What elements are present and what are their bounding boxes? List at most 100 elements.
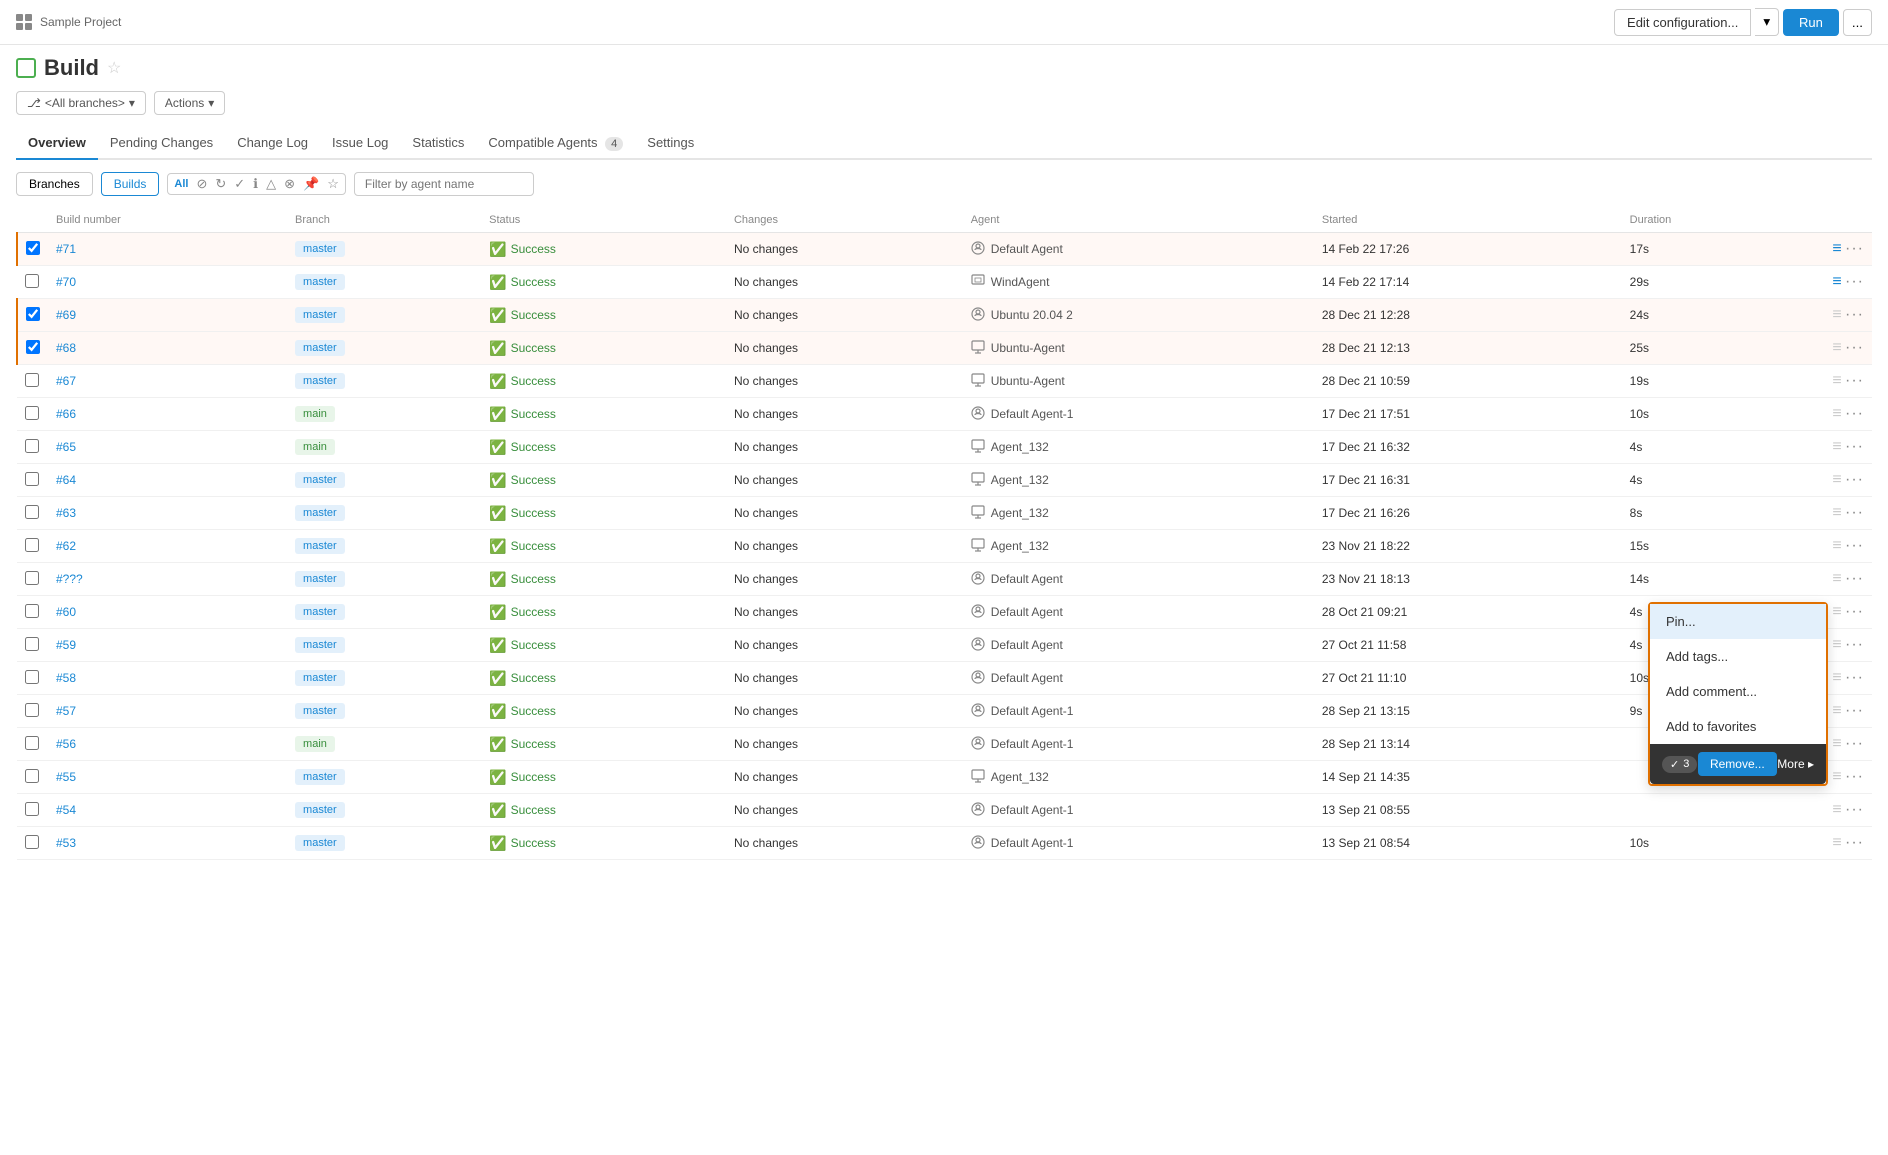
check-filter-icon[interactable]: ✓ [234, 176, 245, 192]
row-checkbox[interactable] [25, 736, 39, 750]
row-menu-button[interactable]: ··· [1845, 669, 1864, 686]
row-menu-button[interactable]: ··· [1845, 636, 1864, 653]
build-number-link[interactable]: #53 [56, 836, 76, 850]
edit-config-dropdown[interactable]: ▾ [1755, 8, 1779, 36]
row-menu-button[interactable]: ··· [1845, 504, 1864, 521]
context-menu-add-favorites[interactable]: Add to favorites [1650, 709, 1826, 744]
agent-name: Default Agent [991, 572, 1063, 586]
row-checkbox[interactable] [25, 835, 39, 849]
edit-config-button[interactable]: Edit configuration... [1614, 9, 1751, 36]
row-checkbox[interactable] [26, 241, 40, 255]
tab-settings[interactable]: Settings [635, 127, 706, 160]
info-filter-icon[interactable]: ℹ [253, 176, 258, 192]
remove-button[interactable]: Remove... [1698, 752, 1777, 776]
build-number-link[interactable]: #68 [56, 341, 76, 355]
refresh-filter-icon[interactable]: ↻ [215, 176, 226, 192]
row-checkbox[interactable] [25, 472, 39, 486]
all-filter-icon[interactable]: All [174, 178, 188, 190]
build-number-link[interactable]: #60 [56, 605, 76, 619]
started-cell: 28 Dec 21 12:28 [1314, 299, 1622, 332]
row-menu-button[interactable]: ··· [1845, 834, 1864, 851]
tab-statistics[interactable]: Statistics [400, 127, 476, 160]
row-checkbox[interactable] [25, 373, 39, 387]
branches-chevron: ▾ [129, 96, 135, 110]
build-number-link[interactable]: #69 [56, 308, 76, 322]
build-number-link[interactable]: #??? [56, 572, 83, 586]
build-number-link[interactable]: #55 [56, 770, 76, 784]
tab-overview[interactable]: Overview [16, 127, 98, 160]
build-number-link[interactable]: #70 [56, 275, 76, 289]
agent-filter-input[interactable] [354, 172, 534, 196]
row-menu-button[interactable]: ··· [1845, 768, 1864, 785]
layers-icon[interactable]: ≡ [1832, 240, 1841, 257]
row-checkbox[interactable] [25, 274, 39, 288]
row-menu-button[interactable]: ··· [1845, 801, 1864, 818]
more-button[interactable]: ... [1843, 9, 1872, 36]
context-menu-add-tags[interactable]: Add tags... [1650, 639, 1826, 674]
tab-issue-log[interactable]: Issue Log [320, 127, 400, 160]
layers-icon-faded: ≡ [1832, 669, 1841, 686]
build-number-link[interactable]: #71 [56, 242, 76, 256]
run-button[interactable]: Run [1783, 9, 1839, 36]
row-menu-button[interactable]: ··· [1845, 306, 1864, 323]
row-checkbox[interactable] [25, 439, 39, 453]
row-menu-button[interactable]: ··· [1845, 603, 1864, 620]
branch-badge: master [295, 802, 345, 818]
build-number-link[interactable]: #65 [56, 440, 76, 454]
more-dark-button[interactable]: More ▸ [1777, 757, 1814, 771]
row-menu-button[interactable]: ··· [1845, 438, 1864, 455]
block-filter-icon[interactable]: ⊘ [196, 176, 207, 192]
context-menu-add-comment[interactable]: Add comment... [1650, 674, 1826, 709]
row-checkbox[interactable] [25, 802, 39, 816]
row-checkbox[interactable] [25, 637, 39, 651]
build-number-link[interactable]: #67 [56, 374, 76, 388]
build-number-link[interactable]: #54 [56, 803, 76, 817]
branches-dropdown[interactable]: ⎇ <All branches> ▾ [16, 91, 146, 115]
row-checkbox[interactable] [25, 571, 39, 585]
row-checkbox[interactable] [25, 406, 39, 420]
branch-icon: ⎇ [27, 96, 41, 110]
row-checkbox[interactable] [25, 538, 39, 552]
row-menu-button[interactable]: ··· [1845, 339, 1864, 356]
build-number-link[interactable]: #56 [56, 737, 76, 751]
build-number-link[interactable]: #59 [56, 638, 76, 652]
cancel-filter-icon[interactable]: ⊗ [284, 176, 295, 192]
build-number-link[interactable]: #64 [56, 473, 76, 487]
build-number-link[interactable]: #57 [56, 704, 76, 718]
branches-sub-button[interactable]: Branches [16, 172, 93, 196]
agent-icon [971, 670, 985, 687]
row-checkbox[interactable] [26, 340, 40, 354]
row-checkbox[interactable] [25, 670, 39, 684]
star-icon[interactable]: ☆ [107, 58, 121, 78]
pin-filter-icon[interactable]: 📌 [303, 176, 319, 192]
project-name: Sample Project [40, 15, 121, 29]
row-menu-button[interactable]: ··· [1845, 240, 1864, 257]
row-checkbox[interactable] [26, 307, 40, 321]
build-number-link[interactable]: #58 [56, 671, 76, 685]
warning-filter-icon[interactable]: △ [266, 176, 276, 192]
row-menu-button[interactable]: ··· [1845, 405, 1864, 422]
build-number-link[interactable]: #66 [56, 407, 76, 421]
context-menu-pin[interactable]: Pin... [1650, 604, 1826, 639]
row-menu-button[interactable]: ··· [1845, 273, 1864, 290]
row-menu-button[interactable]: ··· [1845, 570, 1864, 587]
row-menu-button[interactable]: ··· [1845, 537, 1864, 554]
agent-name: Agent_132 [991, 506, 1049, 520]
row-checkbox[interactable] [25, 769, 39, 783]
tab-change-log[interactable]: Change Log [225, 127, 320, 160]
row-checkbox[interactable] [25, 505, 39, 519]
row-checkbox[interactable] [25, 703, 39, 717]
row-menu-button[interactable]: ··· [1845, 702, 1864, 719]
actions-dropdown[interactable]: Actions ▾ [154, 91, 225, 115]
star-filter-icon[interactable]: ☆ [327, 176, 339, 192]
tab-pending-changes[interactable]: Pending Changes [98, 127, 225, 160]
row-menu-button[interactable]: ··· [1845, 372, 1864, 389]
tab-compatible-agents[interactable]: Compatible Agents 4 [476, 127, 635, 160]
row-checkbox[interactable] [25, 604, 39, 618]
row-menu-button[interactable]: ··· [1845, 735, 1864, 752]
build-number-link[interactable]: #63 [56, 506, 76, 520]
builds-sub-button[interactable]: Builds [101, 172, 160, 196]
row-menu-button[interactable]: ··· [1845, 471, 1864, 488]
build-number-link[interactable]: #62 [56, 539, 76, 553]
layers-icon[interactable]: ≡ [1832, 273, 1841, 290]
